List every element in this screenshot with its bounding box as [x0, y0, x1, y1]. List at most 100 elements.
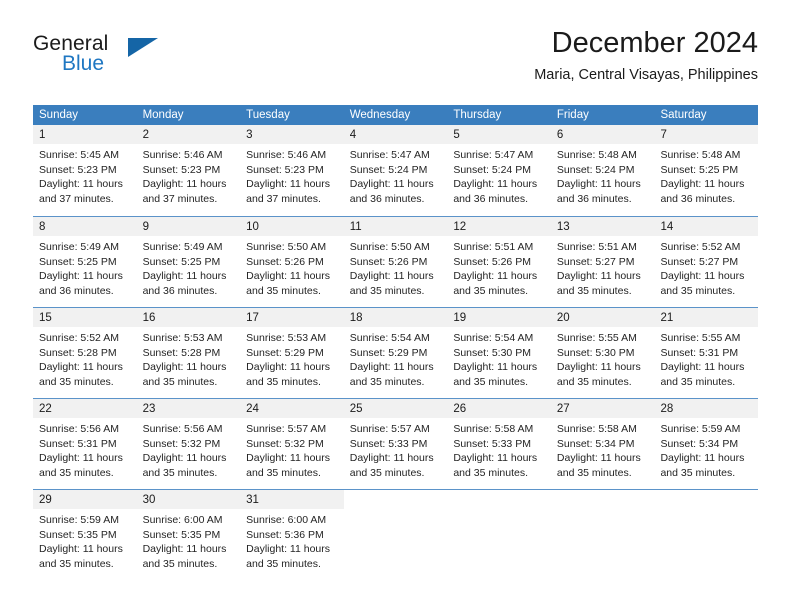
daylight-text-line1: Daylight: 11 hours	[142, 452, 227, 465]
daylight-text-line1: Daylight: 11 hours	[246, 270, 331, 283]
day-number-band: 22	[33, 399, 137, 418]
day-details: Sunrise: 5:46 AM Sunset: 5:23 PM Daylight:…	[240, 144, 344, 206]
sunset-text: Sunset: 5:25 PM	[39, 255, 117, 268]
calendar-day-cell[interactable]: 16 Sunrise: 5:53 AM Sunset: 5:28 PM Dayligh…	[136, 308, 241, 398]
daylight-text-line1: Daylight: 11 hours	[39, 178, 123, 191]
calendar-day-cell[interactable]: 7 Sunrise: 5:48 AM Sunset: 5:25 PM Daylight…	[654, 125, 759, 216]
calendar-day-cell[interactable]: 1 Sunrise: 5:45 AM Sunset: 5:23 PM Daylight…	[33, 125, 137, 216]
weekday-header-wednesday: Wednesday	[349, 109, 411, 121]
sunset-text: Sunset: 5:33 PM	[349, 437, 428, 450]
daylight-text-line1: Daylight: 11 hours	[349, 270, 434, 283]
sunset-text: Sunset: 5:24 PM	[349, 163, 428, 176]
day-details: Sunrise: 5:49 AM Sunset: 5:25 PM Daylight:…	[137, 236, 241, 298]
calendar-day-cell[interactable]: 27 Sunrise: 5:58 AM Sunset: 5:34 PM Dayligh…	[550, 399, 655, 489]
daylight-text-line2: and 37 minutes.	[142, 192, 218, 205]
weekday-header-saturday: Saturday	[660, 109, 707, 121]
day-number: 16	[142, 312, 156, 324]
calendar-day-cell[interactable]: 26 Sunrise: 5:58 AM Sunset: 5:33 PM Dayligh…	[447, 399, 551, 489]
daylight-text-line2: and 36 minutes.	[142, 284, 218, 297]
calendar-day-cell[interactable]: 23 Sunrise: 5:56 AM Sunset: 5:32 PM Dayligh…	[136, 399, 241, 489]
calendar-day-cell[interactable]: 10 Sunrise: 5:50 AM Sunset: 5:26 PM Dayligh…	[240, 217, 344, 307]
calendar-day-cell[interactable]: 14 Sunrise: 5:52 AM Sunset: 5:27 PM Dayligh…	[654, 217, 759, 307]
sunset-text: Sunset: 5:26 PM	[349, 255, 428, 268]
calendar-day-cell[interactable]: 3 Sunrise: 5:46 AM Sunset: 5:23 PM Daylight…	[240, 125, 344, 216]
sunrise-text: Sunrise: 5:59 AM	[660, 423, 741, 435]
page-subtitle: Maria, Central Visayas, Philippines	[534, 67, 758, 83]
daylight-text-line2: and 35 minutes.	[246, 284, 321, 297]
page-header: General Blue December 2024 Maria, Centra…	[33, 26, 758, 96]
day-number-band: 15	[33, 308, 137, 327]
calendar-day-cell[interactable]: 19 Sunrise: 5:54 AM Sunset: 5:30 PM Dayligh…	[447, 308, 551, 398]
sunset-text: Sunset: 5:31 PM	[660, 346, 739, 359]
day-number: 30	[142, 494, 156, 506]
daylight-text-line2: and 35 minutes.	[39, 557, 114, 570]
calendar-day-cell[interactable]: 28 Sunrise: 5:59 AM Sunset: 5:34 PM Dayligh…	[654, 399, 759, 489]
calendar-day-cell[interactable]: 13 Sunrise: 5:51 AM Sunset: 5:27 PM Dayligh…	[550, 217, 655, 307]
daylight-text-line1: Daylight: 11 hours	[39, 361, 123, 374]
calendar-day-cell[interactable]: 29 Sunrise: 5:59 AM Sunset: 5:35 PM Dayligh…	[33, 490, 137, 580]
calendar-day-cell[interactable]: 11 Sunrise: 5:50 AM Sunset: 5:26 PM Dayligh…	[343, 217, 448, 307]
calendar-day-cell[interactable]: 22 Sunrise: 5:56 AM Sunset: 5:31 PM Dayligh…	[33, 399, 137, 489]
calendar-week-row: 15 Sunrise: 5:52 AM Sunset: 5:28 PM Dayligh…	[33, 307, 759, 398]
day-number-band: 17	[240, 308, 344, 327]
sunrise-text: Sunrise: 5:55 AM	[660, 332, 741, 344]
daylight-text-line2: and 36 minutes.	[349, 192, 425, 205]
calendar-day-cell[interactable]: 6 Sunrise: 5:48 AM Sunset: 5:24 PM Daylight…	[550, 125, 655, 216]
calendar-day-cell[interactable]: 15 Sunrise: 5:52 AM Sunset: 5:28 PM Dayligh…	[33, 308, 137, 398]
day-number: 11	[349, 221, 362, 233]
sunset-text: Sunset: 5:32 PM	[142, 437, 221, 450]
sunset-text: Sunset: 5:29 PM	[246, 346, 324, 359]
daylight-text-line1: Daylight: 11 hours	[349, 452, 434, 465]
sunrise-text: Sunrise: 5:48 AM	[556, 149, 637, 161]
sunset-text: Sunset: 5:35 PM	[39, 528, 117, 541]
day-details: Sunrise: 5:47 AM Sunset: 5:24 PM Daylight:…	[447, 144, 551, 206]
sunset-text: Sunset: 5:31 PM	[39, 437, 117, 450]
sunrise-text: Sunrise: 5:53 AM	[142, 332, 223, 344]
day-number-band: 9	[136, 217, 241, 236]
title-block: December 2024 Maria, Central Visayas, Ph…	[534, 26, 758, 84]
day-details: Sunrise: 5:54 AM Sunset: 5:30 PM Daylight:…	[447, 327, 551, 389]
day-details: Sunrise: 5:52 AM Sunset: 5:28 PM Daylight:…	[33, 327, 137, 389]
calendar-day-cell[interactable]: 5 Sunrise: 5:47 AM Sunset: 5:24 PM Daylight…	[447, 125, 551, 216]
calendar-day-cell[interactable]: 24 Sunrise: 5:57 AM Sunset: 5:32 PM Dayligh…	[240, 399, 344, 489]
calendar-day-cell[interactable]: 12 Sunrise: 5:51 AM Sunset: 5:26 PM Dayligh…	[447, 217, 551, 307]
sunset-text: Sunset: 5:36 PM	[246, 528, 324, 541]
brand-logo[interactable]: General Blue	[33, 32, 163, 84]
calendar-week-row: 29 Sunrise: 5:59 AM Sunset: 5:35 PM Dayligh…	[33, 489, 758, 580]
day-number-band: 20	[550, 308, 655, 327]
calendar-day-cell[interactable]: 21 Sunrise: 5:55 AM Sunset: 5:31 PM Dayligh…	[654, 308, 759, 398]
sunrise-text: Sunrise: 5:52 AM	[660, 241, 741, 253]
day-details: Sunrise: 5:55 AM Sunset: 5:30 PM Daylight:…	[551, 327, 655, 389]
calendar-day-cell[interactable]: 20 Sunrise: 5:55 AM Sunset: 5:30 PM Dayligh…	[550, 308, 655, 398]
calendar-day-cell[interactable]: 4 Sunrise: 5:47 AM Sunset: 5:24 PM Daylight…	[343, 125, 448, 216]
day-details: Sunrise: 5:50 AM Sunset: 5:26 PM Daylight:…	[344, 236, 448, 298]
calendar-day-cell[interactable]: 18 Sunrise: 5:54 AM Sunset: 5:29 PM Dayligh…	[343, 308, 448, 398]
day-number-band: 29	[33, 490, 137, 509]
day-number: 3	[246, 129, 253, 141]
daylight-text-line1: Daylight: 11 hours	[556, 452, 641, 465]
day-number-band	[447, 490, 551, 509]
calendar-day-cell[interactable]: 31 Sunrise: 6:00 AM Sunset: 5:36 PM Dayligh…	[240, 490, 344, 580]
day-number: 15	[39, 312, 52, 324]
day-details: Sunrise: 5:53 AM Sunset: 5:29 PM Daylight:…	[240, 327, 344, 389]
day-details: Sunrise: 5:53 AM Sunset: 5:28 PM Daylight:…	[137, 327, 241, 389]
day-number-band	[551, 490, 655, 509]
day-number-band: 4	[343, 125, 448, 144]
day-details: Sunrise: 5:59 AM Sunset: 5:34 PM Daylight:…	[654, 418, 758, 480]
calendar-day-cell[interactable]: 2 Sunrise: 5:46 AM Sunset: 5:23 PM Daylight…	[136, 125, 241, 216]
sunset-text: Sunset: 5:25 PM	[142, 255, 221, 268]
sunset-text: Sunset: 5:24 PM	[556, 163, 635, 176]
day-number-band: 26	[447, 399, 551, 418]
sunrise-text: Sunrise: 5:54 AM	[349, 332, 430, 344]
daylight-text-line2: and 35 minutes.	[660, 375, 736, 388]
day-details: Sunrise: 5:58 AM Sunset: 5:34 PM Daylight:…	[551, 418, 655, 480]
daylight-text-line1: Daylight: 11 hours	[39, 543, 123, 556]
calendar-day-cell[interactable]: 25 Sunrise: 5:57 AM Sunset: 5:33 PM Dayligh…	[343, 399, 448, 489]
calendar-day-cell[interactable]: 8 Sunrise: 5:49 AM Sunset: 5:25 PM Daylight…	[33, 217, 137, 307]
daylight-text-line1: Daylight: 11 hours	[39, 270, 123, 283]
calendar-weeks: 1 Sunrise: 5:45 AM Sunset: 5:23 PM Daylight…	[33, 125, 759, 580]
calendar-day-cell[interactable]: 17 Sunrise: 5:53 AM Sunset: 5:29 PM Dayligh…	[240, 308, 344, 398]
calendar-day-cell[interactable]: 9 Sunrise: 5:49 AM Sunset: 5:25 PM Daylight…	[136, 217, 241, 307]
calendar-day-cell[interactable]: 30 Sunrise: 6:00 AM Sunset: 5:35 PM Dayligh…	[136, 490, 241, 580]
daylight-text-line1: Daylight: 11 hours	[349, 361, 434, 374]
